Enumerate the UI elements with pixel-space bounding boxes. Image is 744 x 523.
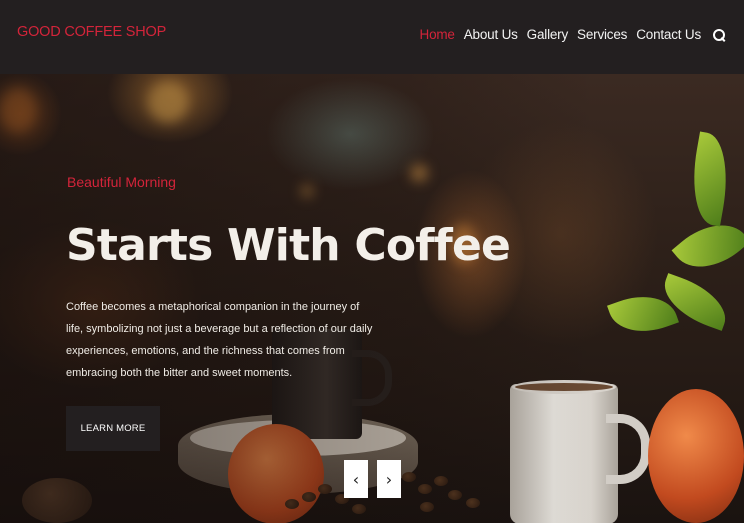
nav-gallery[interactable]: Gallery [527, 27, 569, 42]
hero-description: Coffee becomes a metaphorical companion … [66, 301, 373, 379]
hero-banner: Beautiful Morning Starts With Coffee Cof… [0, 74, 744, 523]
nav-about-us[interactable]: About Us [464, 27, 518, 42]
nav-contact-us[interactable]: Contact Us [636, 27, 701, 42]
main-nav: Home About Us Gallery Services Contact U… [420, 27, 726, 42]
nav-services[interactable]: Services [577, 27, 627, 42]
brand-logo[interactable]: GOOD COFFEE SHOP [17, 24, 166, 40]
carousel-next-button[interactable]: › [377, 460, 401, 498]
hero-subtitle: Beautiful Morning [67, 174, 176, 190]
nav-home[interactable]: Home [420, 27, 455, 42]
search-icon[interactable] [712, 28, 726, 42]
hero-headline: Starts With Coffee [66, 220, 511, 271]
navbar: GOOD COFFEE SHOP Home About Us Gallery S… [0, 0, 744, 74]
learn-more-button[interactable]: LEARN MORE [66, 406, 160, 451]
carousel-prev-button[interactable]: ‹ [344, 460, 368, 498]
